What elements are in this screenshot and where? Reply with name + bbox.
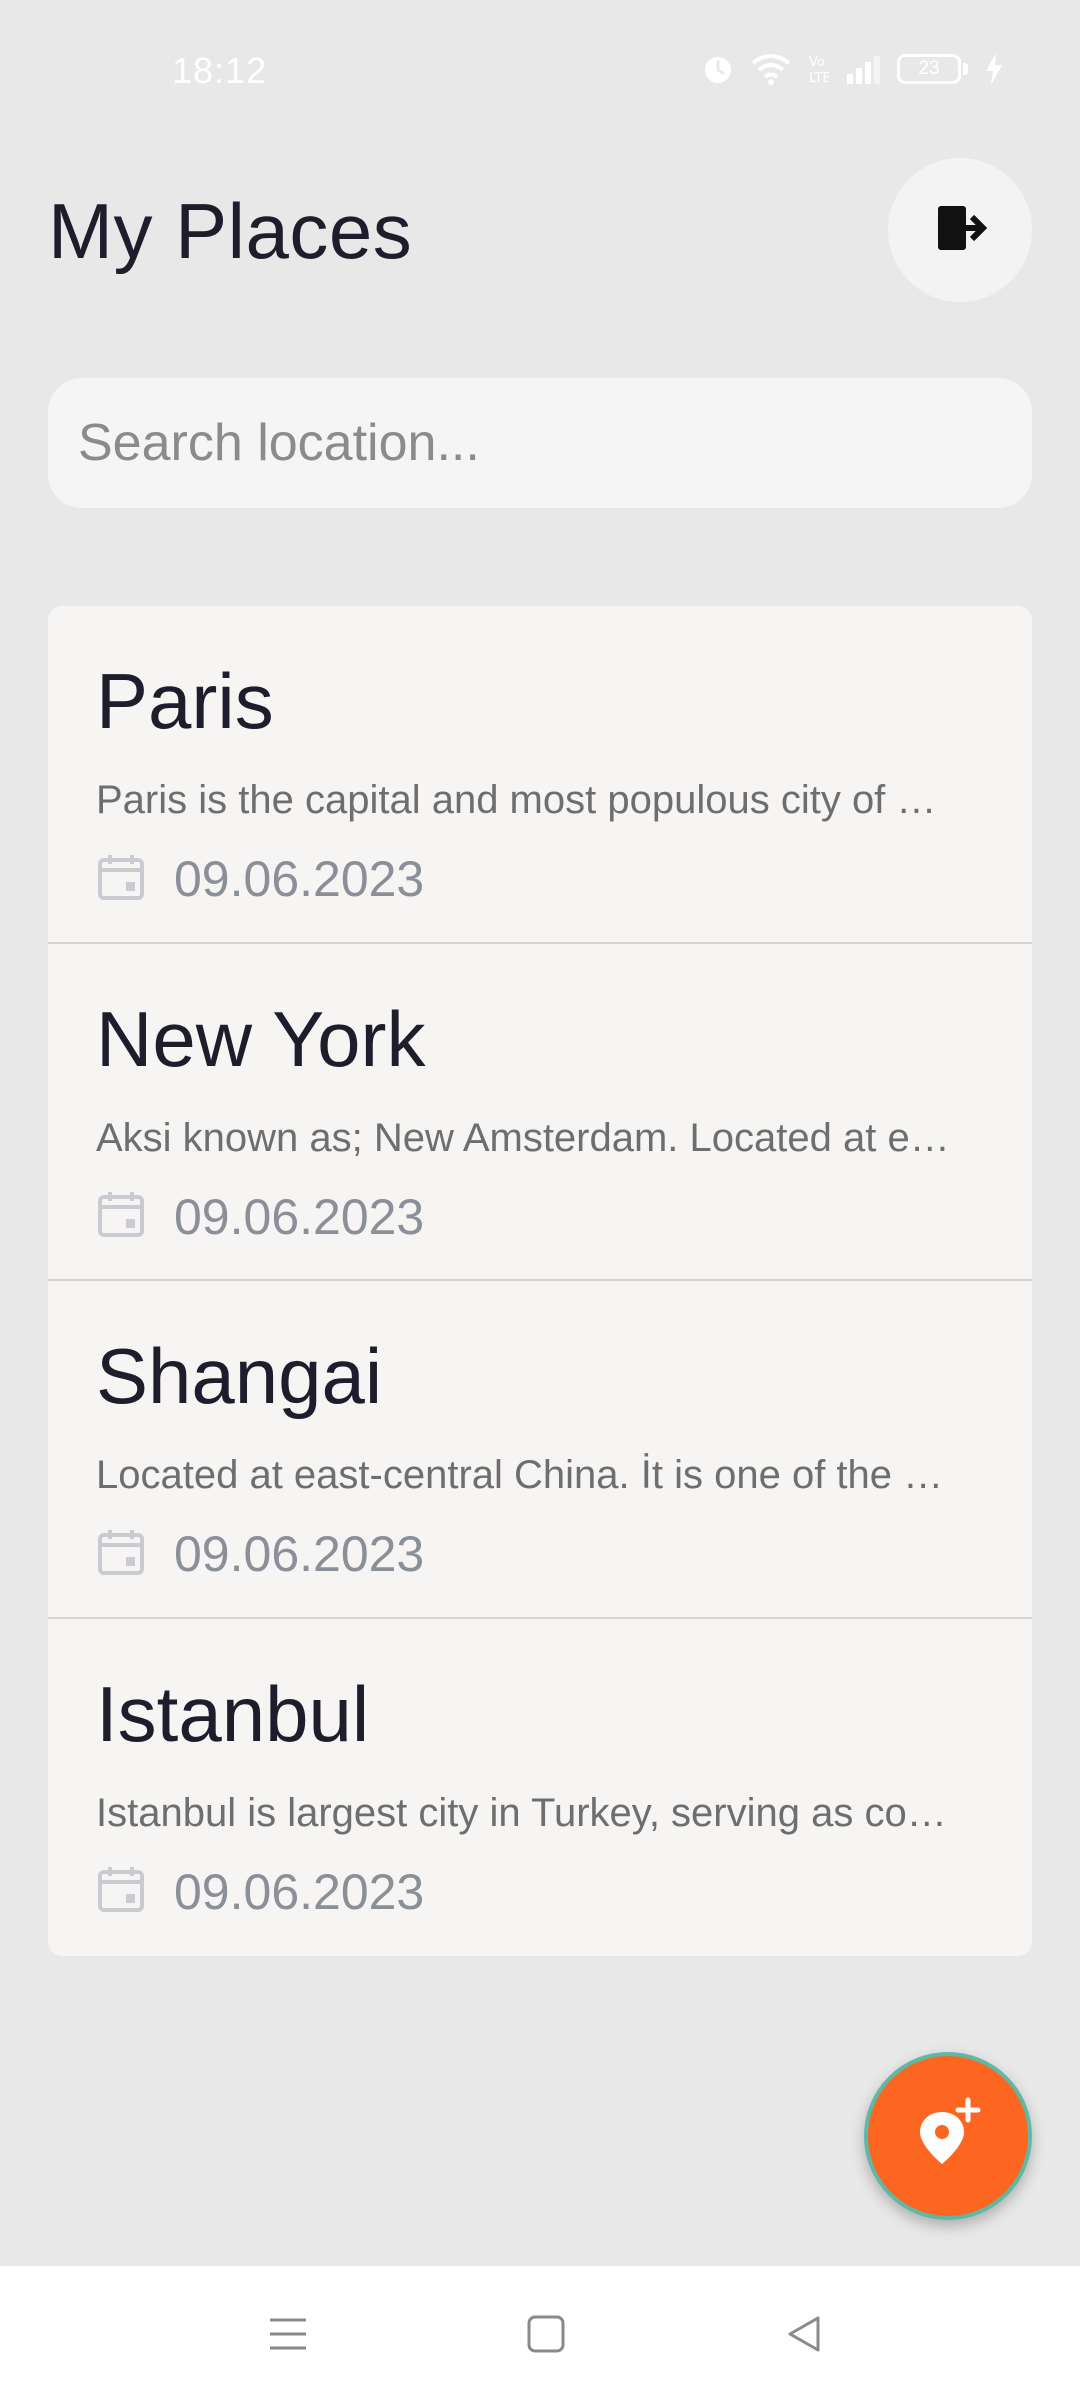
back-button[interactable] [774, 2306, 834, 2366]
place-description: Paris is the capital and most populous c… [96, 778, 937, 822]
place-name: New York [96, 994, 426, 1083]
add-place-button[interactable] [864, 2052, 1032, 2220]
calendar-icon [96, 1864, 146, 1919]
menu-button[interactable] [258, 2306, 318, 2366]
wifi-icon [751, 53, 791, 85]
svg-text:Vo: Vo [809, 55, 825, 70]
place-date-row: 09.06.2023 [96, 850, 424, 908]
place-item-paris[interactable]: Paris Paris is the capital and most popu… [48, 606, 1032, 944]
volte-icon: Vo LTE [807, 52, 829, 86]
logout-button[interactable] [888, 158, 1032, 302]
place-name: Paris [96, 657, 274, 745]
alarm-icon [701, 52, 735, 86]
menu-icon [268, 2314, 308, 2359]
calendar-icon [96, 1527, 146, 1582]
system-nav-bar [0, 2266, 1080, 2400]
place-item-new-york[interactable]: New York Aksi known as; New Amsterdam. L… [48, 944, 1032, 1281]
add-location-icon [908, 2094, 988, 2179]
place-date: 09.06.2023 [174, 1526, 425, 1582]
place-date-row: 09.06.2023 [96, 1525, 424, 1583]
place-name: Shangai [96, 1332, 383, 1420]
calendar-icon [96, 852, 146, 907]
place-date: 09.06.2023 [174, 851, 425, 907]
status-bar: 18:12 Vo LTE 23 [0, 0, 1080, 140]
status-time: 18:12 [172, 50, 268, 91]
place-item-istanbul[interactable]: Istanbul Istanbul is largest city in Tur… [48, 1619, 1032, 1957]
svg-text:LTE: LTE [809, 71, 829, 86]
place-date-row: 09.06.2023 [96, 1188, 424, 1246]
place-item-shangai[interactable]: Shangai Located at east-central China. İ… [48, 1281, 1032, 1619]
battery-indicator: 23 [897, 54, 961, 84]
place-date: 09.06.2023 [174, 1188, 425, 1245]
back-icon [784, 2314, 824, 2359]
place-description: Located at east-central China. İt is one… [96, 1453, 944, 1497]
home-button[interactable] [516, 2306, 576, 2366]
screen: 18:12 Vo LTE 23 My Places Search locatio… [0, 0, 1080, 2400]
place-date: 09.06.2023 [174, 1863, 425, 1920]
place-date-row: 09.06.2023 [96, 1863, 424, 1921]
place-name: Istanbul [96, 1669, 370, 1758]
page-title: My Places [48, 187, 413, 275]
search-input[interactable] [48, 378, 1032, 508]
logout-icon [932, 200, 988, 261]
home-icon [526, 2314, 566, 2359]
status-icons: Vo LTE 23 [701, 52, 1004, 86]
charging-icon [984, 53, 1004, 85]
calendar-icon [96, 1189, 146, 1244]
place-description: Istanbul is largest city in Turkey, serv… [96, 1790, 947, 1835]
battery-icon: 23 [897, 54, 968, 84]
signal-icon [845, 54, 881, 84]
places-list: Paris Paris is the capital and most popu… [48, 606, 1032, 1956]
battery-level: 23 [918, 58, 940, 79]
place-description: Aksi known as; New Amsterdam. Located at… [96, 1115, 950, 1160]
